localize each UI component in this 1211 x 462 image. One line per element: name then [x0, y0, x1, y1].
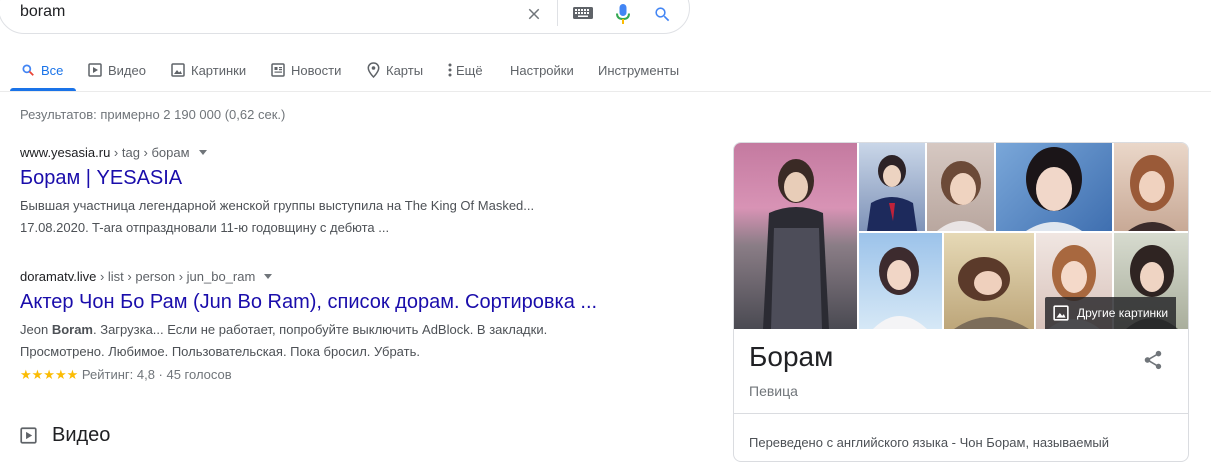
chevron-down-icon[interactable] [264, 274, 273, 279]
search-input[interactable]: boram [20, 3, 65, 21]
tab-label: Карты [386, 62, 424, 78]
result-stats: Результатов: примерно 2 190 000 (0,62 се… [20, 107, 286, 122]
result-snippet: Jeon Boram. Загрузка... Если не работает… [20, 319, 620, 363]
search-icon [21, 63, 35, 77]
map-pin-icon [367, 62, 380, 78]
rating-text: Рейтинг: 4,8 · 45 голосов [81, 367, 232, 382]
tab-label: Ещё [456, 62, 483, 78]
mic-icon[interactable] [613, 2, 633, 26]
more-images-button[interactable]: Другие картинки [1045, 297, 1177, 329]
result-path: › tag › борам [110, 145, 190, 160]
snippet-line: 17.08.2020. T-ara отпраздновали 11-ю год… [20, 220, 390, 235]
image-icon [171, 63, 185, 77]
photo-thumb[interactable] [944, 233, 1034, 329]
result-title-link[interactable]: Актер Чон Бо Рам (Jun Bo Ram), список до… [20, 291, 597, 314]
tabs-divider [0, 91, 1211, 92]
photo-main[interactable] [734, 143, 857, 329]
more-vert-icon [448, 63, 452, 77]
result-title-link[interactable]: Борам | YESASIA [20, 167, 182, 190]
tab-label: Инструменты [598, 62, 680, 78]
result-path: › list › person › jun_bo_ram [96, 269, 256, 284]
result-cite[interactable]: www.yesasia.ru › tag › борам [20, 145, 207, 160]
tab-label: Все [41, 62, 64, 78]
photo-thumb[interactable] [1114, 143, 1188, 231]
close-icon[interactable] [524, 4, 544, 24]
snippet-text: Jeon [20, 322, 52, 337]
snippet-line: Просмотрено. Любимое. Пользовательская. … [20, 344, 420, 359]
tab-video[interactable]: Видео [88, 61, 146, 79]
play-icon [88, 63, 102, 77]
tab-news[interactable]: Новости [271, 61, 341, 79]
tab-all[interactable]: Все [21, 61, 63, 79]
result-domain: www.yesasia.ru [20, 145, 111, 160]
play-icon [20, 427, 38, 445]
panel-divider [734, 413, 1188, 414]
image-icon [1053, 305, 1069, 321]
tab-label: Видео [108, 62, 146, 78]
photo-thumb[interactable] [859, 233, 942, 329]
snippet-line: Jeon Boram. Загрузка... Если не работает… [20, 319, 620, 341]
keyboard-icon[interactable] [572, 5, 594, 21]
star-rating-icon: ★★★★★ [20, 367, 79, 382]
photo-thumb[interactable] [996, 143, 1112, 231]
search-icon[interactable] [651, 3, 673, 25]
result-cite[interactable]: doramatv.live › list › person › jun_bo_r… [20, 269, 273, 284]
tab-maps[interactable]: Карты [367, 61, 423, 79]
tab-more[interactable]: Ещё [448, 61, 483, 79]
snippet-line: Бывшая участница легендарной женской гру… [20, 198, 535, 213]
entity-subtitle: Певица [749, 383, 798, 399]
tab-settings[interactable]: Настройки [510, 61, 574, 79]
tab-label: Настройки [510, 62, 574, 78]
entity-title: Борам [749, 341, 834, 372]
tab-label: Новости [291, 62, 342, 78]
photo-thumb[interactable] [927, 143, 994, 231]
result-rating: ★★★★★ Рейтинг: 4,8 · 45 голосов [20, 367, 232, 383]
knowledge-panel: Другие картинки Борам Певица Переведено … [733, 142, 1189, 462]
tab-tools[interactable]: Инструменты [598, 61, 679, 79]
result-snippet: Бывшая участница легендарной женской гру… [20, 195, 620, 239]
tab-images[interactable]: Картинки [171, 61, 246, 79]
more-images-label: Другие картинки [1077, 306, 1169, 320]
photo-thumb[interactable] [859, 143, 925, 231]
snippet-highlight: Boram [51, 322, 93, 337]
chevron-down-icon[interactable] [198, 150, 207, 155]
search-divider [557, 0, 558, 26]
snippet-text: . Загрузка... Если не работает, попробуй… [93, 322, 548, 337]
tab-label: Картинки [191, 62, 247, 78]
share-icon[interactable] [1142, 349, 1166, 373]
news-icon [271, 63, 285, 77]
result-domain: doramatv.live [20, 269, 97, 284]
entity-description: Переведено с английского языка - Чон Бор… [749, 435, 1110, 450]
